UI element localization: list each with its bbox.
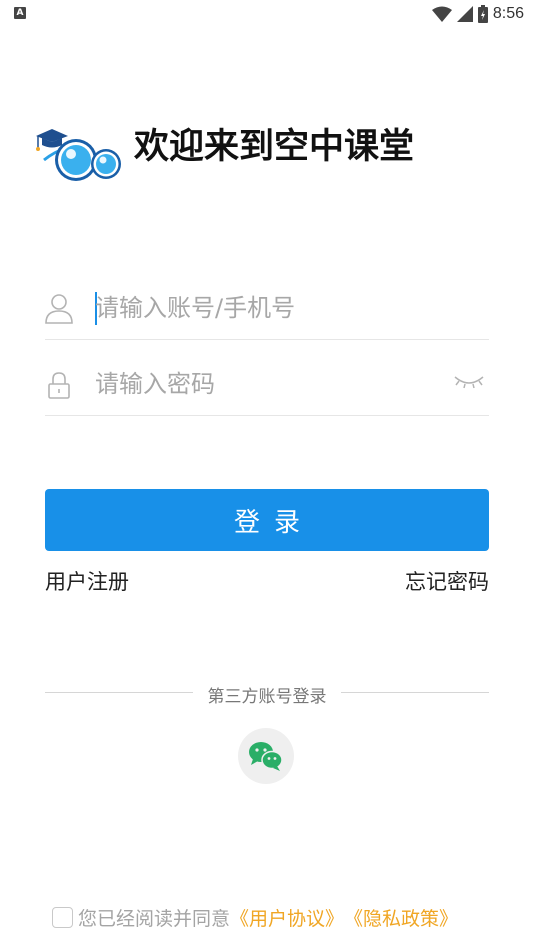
status-time: 8:56 — [492, 5, 524, 22]
app-logo — [36, 129, 121, 181]
welcome-title: 欢迎来到空中课堂 — [134, 127, 415, 167]
divider-left — [45, 692, 193, 693]
privacy-policy-link[interactable]: 《隐私政策》 — [344, 904, 458, 931]
lock-icon — [48, 372, 70, 399]
forgot-password-link[interactable]: 忘记密码 — [405, 566, 489, 596]
account-input[interactable] — [95, 288, 425, 328]
password-field — [45, 358, 489, 416]
agreement-row: 您已经阅读并同意 《用户协议》 《隐私政策》 — [52, 904, 458, 930]
wechat-login-button[interactable] — [238, 728, 294, 784]
battery-icon — [477, 5, 488, 23]
signal-icon — [456, 6, 473, 22]
login-button[interactable]: 登录 — [45, 489, 489, 551]
eye-closed-icon[interactable] — [453, 372, 485, 392]
notification-app-icon: A — [14, 7, 26, 19]
divider-right — [341, 692, 489, 693]
status-bar: A 8:56 — [0, 0, 534, 28]
user-icon — [45, 294, 73, 324]
third-party-login-title: 第三方账号登录 — [207, 687, 327, 707]
status-indicators: 8:56 — [431, 4, 524, 24]
password-input[interactable] — [95, 364, 425, 404]
wechat-icon — [249, 742, 283, 771]
agreement-checkbox[interactable] — [52, 906, 73, 928]
user-agreement-link[interactable]: 《用户协议》 — [230, 904, 344, 931]
register-link[interactable]: 用户注册 — [45, 566, 129, 596]
account-field — [45, 282, 489, 340]
login-screen: A 8:56 欢迎来到空中课堂 请输入账号/手机号 登录 用户注册 忘记密码 第… — [0, 0, 534, 950]
agreement-text: 您已经阅读并同意 — [78, 907, 231, 930]
wifi-icon — [431, 6, 452, 22]
